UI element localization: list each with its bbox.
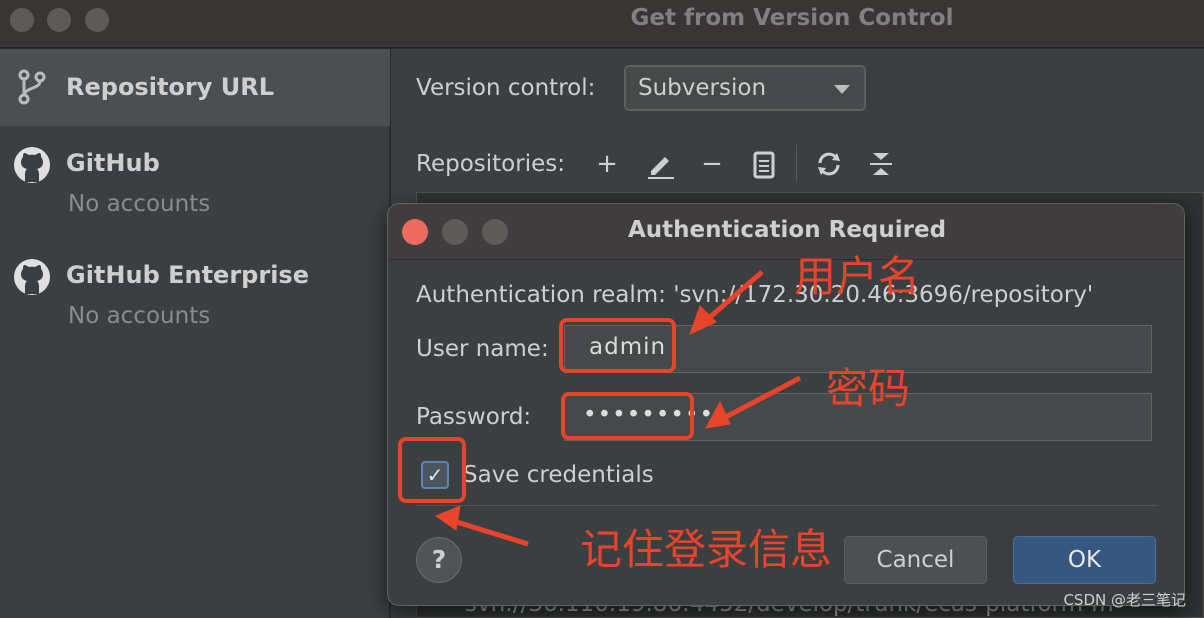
sidebar-item-sublabel: No accounts [68,191,211,217]
dialog-minimize-button[interactable] [442,219,468,245]
watermark: CSDN @老三笔记 [1063,591,1186,609]
collapse-icon[interactable] [864,147,898,181]
edit-icon[interactable] [643,147,677,181]
vcs-branch-icon [18,69,46,105]
save-credentials-label: Save credentials [463,462,654,488]
version-control-label: Version control: [416,75,596,101]
github-icon [14,147,50,183]
sidebar-item-label: GitHub Enterprise [66,261,309,289]
sidebar: Repository URL GitHub No accounts GitHub… [0,49,390,618]
sidebar-item-label: GitHub [66,149,160,177]
password-label: Password: [416,404,532,430]
dialog-titlebar: Authentication Required [388,204,1184,260]
username-label: User name: [416,336,549,362]
ok-button[interactable]: OK [1013,536,1156,584]
refresh-icon[interactable] [812,147,846,181]
dialog-close-button[interactable] [402,219,428,245]
toolbar-separator [796,145,797,181]
help-button[interactable]: ? [416,537,462,583]
dialog-divider [416,505,1158,506]
dialog-title: Authentication Required [628,217,947,243]
sidebar-item-github-enterprise[interactable]: GitHub Enterprise No accounts [0,251,390,341]
chevron-down-icon [834,85,850,94]
remember-annotation: 记住登录信息 [580,525,833,574]
repositories-label: Repositories: [416,151,565,177]
cancel-button[interactable]: Cancel [844,536,987,584]
sidebar-item-github[interactable]: GitHub No accounts [0,139,390,229]
remove-icon[interactable]: − [695,147,729,181]
sidebar-item-label: Repository URL [66,73,274,101]
auth-realm-text: Authentication realm: 'svn://172.30.20.4… [416,282,1094,308]
add-icon[interactable]: + [590,147,624,181]
version-control-value: Subversion [638,75,767,101]
dialog-zoom-button[interactable] [482,219,508,245]
github-icon [14,259,50,295]
username-annotation: 用户名 [794,252,921,301]
username-highlight-box [559,318,676,373]
window-title: Get from Version Control [630,5,954,31]
password-annotation: 密码 [826,364,911,413]
sidebar-item-repository-url[interactable]: Repository URL [0,49,390,126]
checkbox-highlight-box [398,437,466,503]
sidebar-item-sublabel: No accounts [68,303,211,329]
window-titlebar: Get from Version Control [0,0,1204,48]
clipboard-icon[interactable] [747,147,781,181]
version-control-select[interactable]: Subversion [624,65,866,111]
password-highlight-box [561,392,694,440]
